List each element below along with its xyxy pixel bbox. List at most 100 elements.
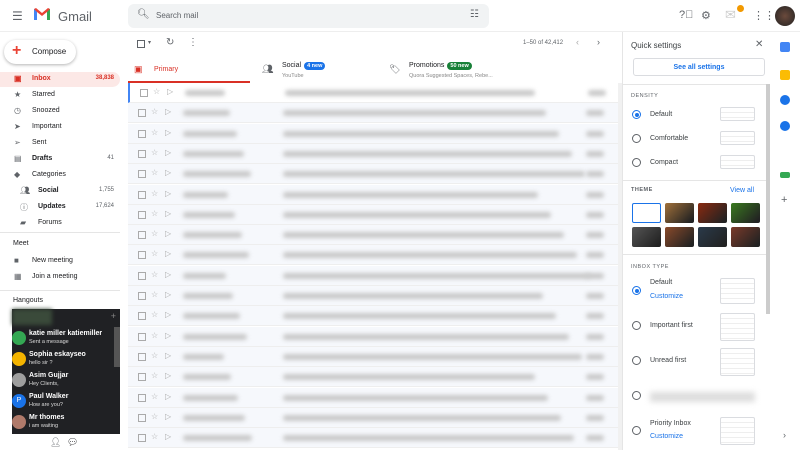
hangouts-contact[interactable]: Sophia eskayseo hello sir ? <box>12 350 112 372</box>
email-row[interactable]: ☆ ▷ <box>128 286 618 306</box>
tasks-icon[interactable] <box>780 95 790 105</box>
expand-panel-icon[interactable]: › <box>783 430 786 440</box>
select-all-checkbox[interactable] <box>137 40 145 48</box>
star-icon[interactable]: ☆ <box>153 87 160 96</box>
view-all-themes-link[interactable]: View all <box>730 187 754 194</box>
new-meeting-link[interactable]: ■ New meeting <box>0 254 120 269</box>
row-checkbox[interactable] <box>138 190 146 199</box>
density-compact-radio[interactable] <box>632 158 641 167</box>
hangouts-contact[interactable]: P Paul Walker How are you? <box>12 392 112 414</box>
see-all-settings-button[interactable]: See all settings <box>633 58 765 76</box>
inbox-blurred-option-radio[interactable] <box>632 391 641 400</box>
row-checkbox[interactable] <box>138 109 146 118</box>
star-icon[interactable]: ☆ <box>151 107 158 116</box>
inbox-priority-radio[interactable] <box>632 426 641 435</box>
star-icon[interactable]: ☆ <box>151 412 158 421</box>
row-checkbox[interactable] <box>138 373 146 382</box>
important-icon[interactable]: ▷ <box>165 432 171 441</box>
search-icon[interactable]: 🔍︎ <box>137 9 150 20</box>
important-icon[interactable]: ▷ <box>165 412 171 421</box>
sidebar-item-social[interactable]: 👥︎ Social 1,755 <box>0 184 120 199</box>
search-options-icon[interactable]: ☷ <box>470 9 479 20</box>
sidebar-item-forums[interactable]: ▰ Forums <box>0 216 120 231</box>
account-avatar[interactable] <box>775 6 795 26</box>
email-row[interactable]: ☆ ▷ <box>128 326 618 347</box>
email-row[interactable]: ☆ ▷ <box>128 407 618 428</box>
sidebar-item-categories[interactable]: ◆ Categories <box>0 168 120 183</box>
more-options-icon[interactable]: ⋮ <box>188 37 198 48</box>
theme-thumbnail[interactable] <box>632 227 661 247</box>
row-checkbox[interactable] <box>138 393 146 402</box>
compose-button[interactable]: + Compose <box>4 40 76 64</box>
email-row[interactable]: ☆ ▷ <box>128 245 618 266</box>
star-icon[interactable]: ☆ <box>151 432 158 441</box>
theme-thumbnail[interactable] <box>698 227 727 247</box>
important-icon[interactable]: ▷ <box>165 229 171 238</box>
sidebar-item-updates[interactable]: ⓘ Updates 17,624 <box>0 200 120 215</box>
theme-thumbnail[interactable] <box>731 227 760 247</box>
density-comfortable-radio[interactable] <box>632 134 641 143</box>
customize-link[interactable]: Customize <box>650 293 683 300</box>
email-row[interactable]: ☆ ▷ <box>128 204 618 225</box>
email-row[interactable]: ☆ ▷ <box>128 103 618 124</box>
settings-gear-icon[interactable]: ⚙ <box>701 9 711 22</box>
theme-thumbnail[interactable] <box>632 203 661 223</box>
row-checkbox[interactable] <box>138 332 146 341</box>
important-icon[interactable]: ▷ <box>165 290 171 299</box>
sidebar-item-sent[interactable]: ➢ Sent <box>0 136 120 151</box>
mail-notification-icon[interactable]: ✉ <box>725 7 736 23</box>
email-row[interactable]: ☆ ▷ <box>128 428 618 449</box>
row-checkbox[interactable] <box>138 210 146 219</box>
email-row[interactable]: ☆ ▷ <box>128 265 618 286</box>
important-icon[interactable]: ▷ <box>165 209 171 218</box>
help-icon[interactable]: ?⃝ <box>679 9 693 21</box>
email-row[interactable]: ☆ ▷ <box>128 387 618 408</box>
important-icon[interactable]: ▷ <box>165 189 171 198</box>
row-checkbox[interactable] <box>138 271 146 280</box>
star-icon[interactable]: ☆ <box>151 249 158 258</box>
important-icon[interactable]: ▷ <box>165 331 171 340</box>
row-checkbox[interactable] <box>138 292 146 300</box>
density-default-radio[interactable] <box>632 110 641 119</box>
important-icon[interactable]: ▷ <box>165 392 171 401</box>
older-icon[interactable]: › <box>597 37 600 47</box>
hangouts-contact[interactable]: Mr thomes i am waiting <box>12 413 112 435</box>
email-row[interactable]: ☆ ▷ <box>128 123 618 144</box>
inbox-unread-first-radio[interactable] <box>632 356 641 365</box>
email-row[interactable]: ☆ ▷ <box>128 83 618 103</box>
sidebar-item-important[interactable]: ➤ Important <box>0 120 120 135</box>
inbox-default-radio[interactable] <box>632 286 641 295</box>
row-checkbox[interactable] <box>138 149 146 158</box>
apps-grid-icon[interactable]: ⋮⋮ <box>753 9 775 22</box>
important-icon[interactable]: ▷ <box>165 107 171 116</box>
row-checkbox[interactable] <box>138 251 146 260</box>
star-icon[interactable]: ☆ <box>151 168 158 177</box>
addon-icon[interactable] <box>780 172 790 178</box>
star-icon[interactable]: ☆ <box>151 310 158 319</box>
important-icon[interactable]: ▷ <box>165 371 171 380</box>
star-icon[interactable]: ☆ <box>151 148 158 157</box>
star-icon[interactable]: ☆ <box>151 189 158 198</box>
row-checkbox[interactable] <box>138 413 146 422</box>
email-row[interactable]: ☆ ▷ <box>128 367 618 388</box>
search-input[interactable]: 🔍︎ Search mail ☷ <box>128 4 489 28</box>
tab-social[interactable]: 👥︎ Social 4 new YouTube <box>256 56 382 83</box>
theme-thumbnail[interactable] <box>731 203 760 223</box>
email-row[interactable]: ☆ ▷ <box>128 143 618 164</box>
star-icon[interactable]: ☆ <box>151 392 158 401</box>
newer-icon[interactable]: ‹ <box>576 37 579 47</box>
sidebar-item-starred[interactable]: ★ Starred <box>0 88 120 103</box>
star-icon[interactable]: ☆ <box>151 331 158 340</box>
sidebar-item-snoozed[interactable]: ◷ Snoozed <box>0 104 120 119</box>
hangouts-contact[interactable]: katie miller katiemiller Sent a message <box>12 329 112 351</box>
theme-thumbnail[interactable] <box>698 203 727 223</box>
important-icon[interactable]: ▷ <box>167 87 173 96</box>
join-meeting-link[interactable]: ▦ Join a meeting <box>0 270 120 285</box>
row-checkbox[interactable] <box>138 352 146 361</box>
main-menu-icon[interactable]: ☰ <box>12 9 23 23</box>
customize-link[interactable]: Customize <box>650 433 683 440</box>
email-row[interactable]: ☆ ▷ <box>128 164 618 185</box>
row-checkbox[interactable] <box>138 312 146 321</box>
important-icon[interactable]: ▷ <box>165 310 171 319</box>
important-icon[interactable]: ▷ <box>165 128 171 137</box>
